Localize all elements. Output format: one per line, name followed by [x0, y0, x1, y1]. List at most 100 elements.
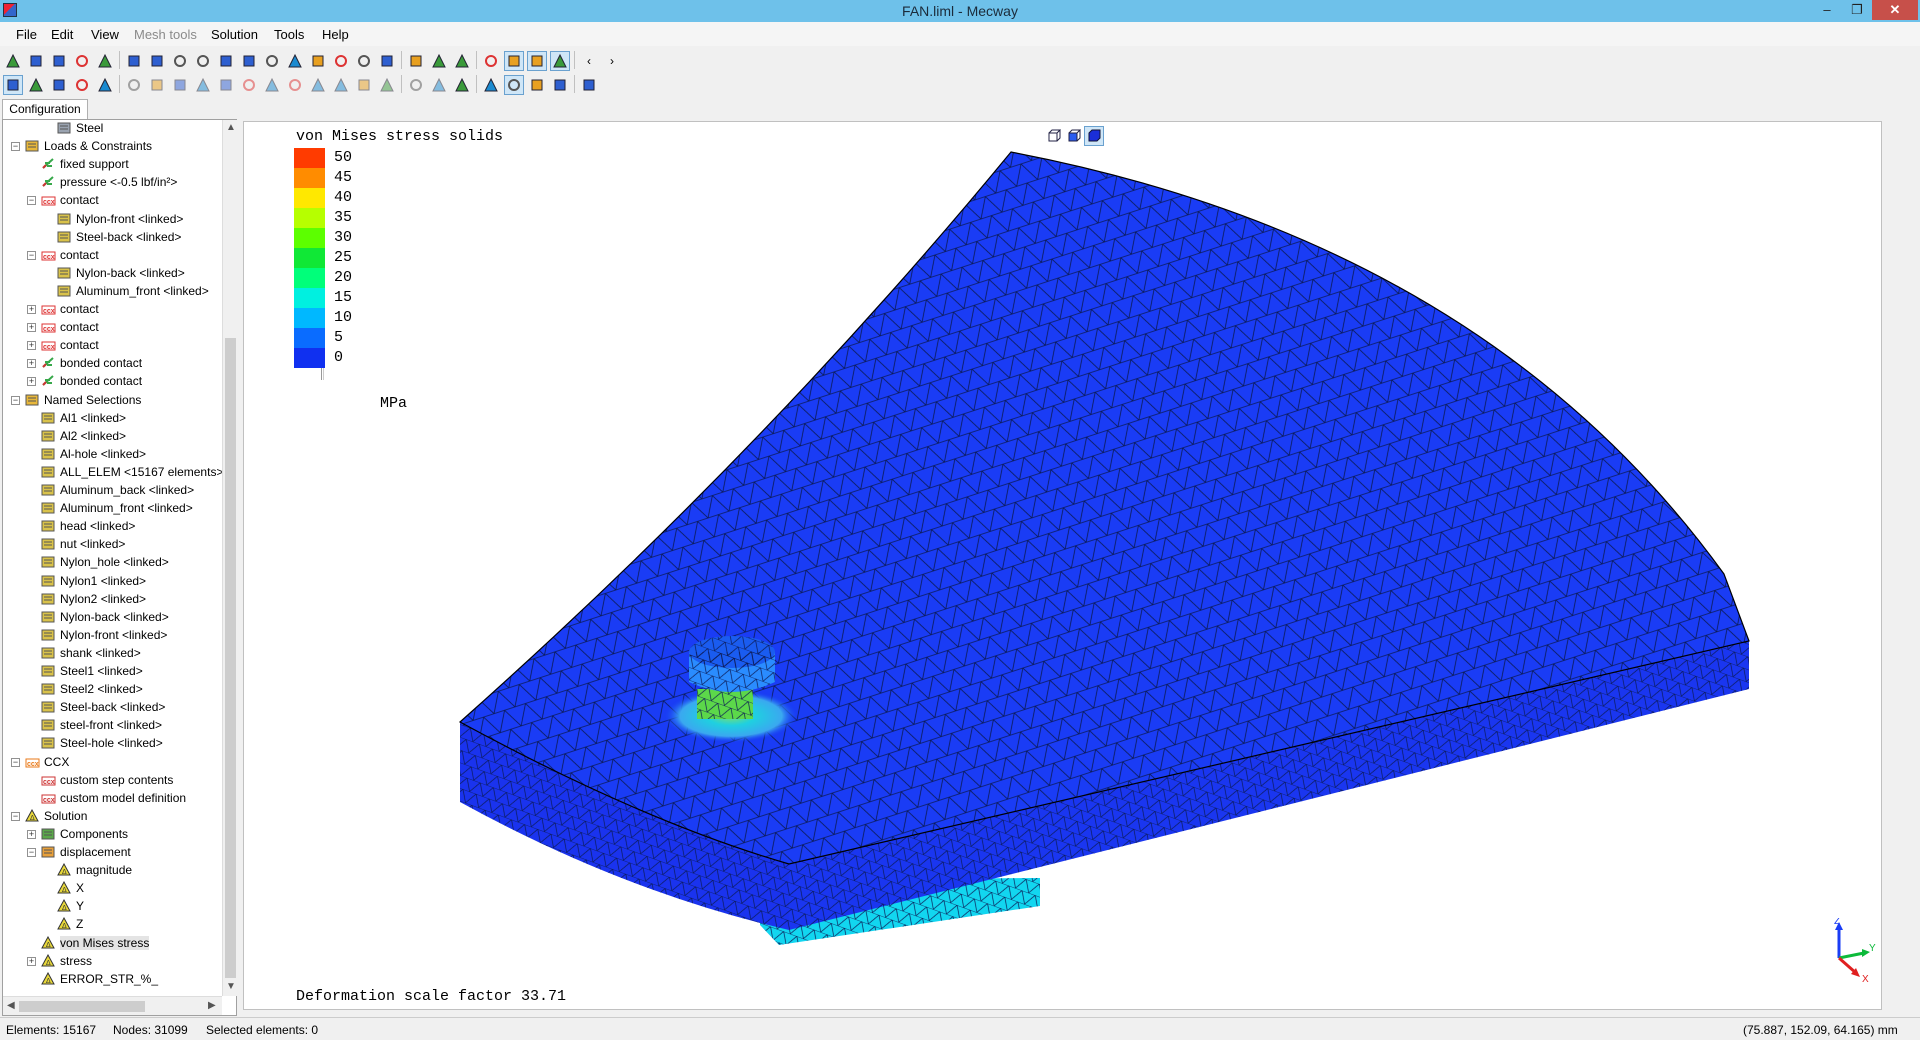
clipboard-icon[interactable] [429, 51, 449, 71]
refine-icon[interactable] [377, 75, 397, 95]
tree-node[interactable]: Al1 <linked> [41, 409, 126, 427]
tree-node[interactable]: ccx custom step contents [41, 771, 173, 789]
menu-view[interactable]: View [91, 27, 119, 42]
scroll-down-icon[interactable]: ▼ [226, 981, 236, 992]
rotate-icon[interactable] [354, 51, 374, 71]
explode-icon[interactable] [193, 75, 213, 95]
tree-node[interactable]: ccx contact [41, 318, 99, 336]
tree-node[interactable]: Steel [57, 120, 103, 137]
nodes-icon[interactable] [95, 75, 115, 95]
tree-node[interactable]: Steel1 <linked> [41, 662, 143, 680]
expand-toggle[interactable]: + [27, 956, 36, 966]
surface-view-icon[interactable] [1064, 126, 1084, 146]
tree-node[interactable]: Al-hole <linked> [41, 445, 146, 463]
collapse-toggle[interactable]: − [11, 811, 20, 821]
collapse-toggle[interactable]: − [27, 250, 36, 260]
copy-mesh-icon[interactable] [285, 75, 305, 95]
tree-node[interactable]: Steel2 <linked> [41, 680, 143, 698]
tree-node[interactable]: Nylon-back <linked> [41, 608, 169, 626]
expand-toggle[interactable]: + [27, 359, 36, 369]
pan-icon[interactable] [377, 51, 397, 71]
link-icon[interactable] [49, 75, 69, 95]
expand-toggle[interactable]: + [27, 305, 36, 314]
scroll-right-icon[interactable]: ▶ [208, 1000, 216, 1011]
tree-node[interactable]: Steel-back <linked> [57, 228, 181, 246]
tree-node[interactable]: Nylon_hole <linked> [41, 553, 169, 571]
tree-node[interactable]: ccx contact [41, 336, 99, 354]
tree-node[interactable]: Named Selections [25, 391, 141, 409]
contour-icon[interactable] [481, 75, 501, 95]
delete-icon[interactable] [170, 75, 190, 95]
tree-node[interactable]: Δmagnitude [57, 861, 132, 879]
mirror-icon[interactable] [262, 75, 282, 95]
view-left-icon[interactable] [216, 51, 236, 71]
tree-node[interactable]: Nylon-front <linked> [41, 626, 167, 644]
tree-node[interactable]: fixed support [41, 155, 129, 173]
tree-node[interactable]: Aluminum_front <linked> [57, 282, 209, 300]
solid-view-icon[interactable] [1084, 126, 1104, 146]
minimize-button[interactable]: – [1812, 0, 1842, 20]
merge-icon[interactable] [239, 75, 259, 95]
collapse-toggle[interactable]: − [11, 142, 20, 152]
sweep-icon[interactable] [331, 75, 351, 95]
triangle-icon[interactable] [452, 75, 472, 95]
tab-configuration[interactable]: Configuration [2, 99, 88, 119]
open-folder-icon[interactable] [26, 51, 46, 71]
tree-node[interactable]: Nylon-back <linked> [57, 264, 185, 282]
fea-model-render[interactable] [244, 122, 1882, 1010]
revolve-icon[interactable] [354, 75, 374, 95]
collapse-toggle[interactable]: − [11, 395, 20, 405]
menu-mesh-tools[interactable]: Mesh tools [134, 27, 197, 42]
tree-node[interactable]: Al2 <linked> [41, 427, 126, 445]
cylinder-icon[interactable] [308, 75, 328, 95]
tree-node[interactable]: Δstress [41, 952, 92, 970]
tree-node[interactable]: head <linked> [41, 517, 135, 535]
mesh-icon[interactable] [550, 51, 570, 71]
menu-solution[interactable]: Solution [211, 27, 258, 42]
element-icon[interactable] [124, 75, 144, 95]
tree-node[interactable]: ΔY [57, 897, 84, 915]
view-front-icon[interactable] [170, 51, 190, 71]
triangle-outline-icon[interactable] [429, 75, 449, 95]
close-button[interactable]: ✕ [1872, 0, 1918, 20]
copy-image-icon[interactable] [452, 51, 472, 71]
expand-toggle[interactable]: + [27, 323, 36, 333]
split-icon[interactable] [216, 75, 236, 95]
zoom-fit-icon[interactable] [308, 51, 328, 71]
tree-node[interactable]: Aluminum_back <linked> [41, 481, 194, 499]
collapse-toggle[interactable]: − [27, 196, 36, 206]
horizontal-scroll-thumb[interactable] [19, 1001, 145, 1012]
face-select-icon[interactable] [72, 75, 92, 95]
tree-node[interactable]: Loads & Constraints [25, 137, 152, 155]
hide-icon[interactable] [147, 75, 167, 95]
tree-node[interactable]: ΔX [57, 879, 84, 897]
undo-icon[interactable] [72, 51, 92, 71]
tree-node[interactable]: steel-front <linked> [41, 716, 162, 734]
tree-node[interactable]: ALL_ELEM <15167 elements> [41, 463, 222, 481]
vertical-scroll-thumb[interactable] [225, 338, 236, 978]
tree-node[interactable]: ccx contact [41, 191, 99, 209]
scroll-left-icon[interactable]: ‹ [579, 51, 599, 71]
tree-node[interactable]: Δ Solution [25, 807, 87, 825]
view-right-icon[interactable] [239, 51, 259, 71]
tree-node[interactable]: bonded contact [41, 354, 142, 372]
tree-node[interactable]: Δvon Mises stress [41, 934, 150, 952]
tree-node[interactable]: shank <linked> [41, 644, 141, 662]
redo-icon[interactable] [95, 51, 115, 71]
tree-node[interactable]: Components [41, 825, 128, 843]
scroll-right-icon[interactable]: › [602, 51, 622, 71]
collapse-toggle[interactable]: − [27, 848, 36, 857]
tree-vertical-scrollbar[interactable]: ▲ ▼ [222, 120, 237, 996]
table-icon[interactable] [579, 75, 599, 95]
wireframe-view-icon[interactable] [1044, 126, 1064, 146]
tree-node[interactable]: ccx CCX [25, 753, 69, 771]
select-icon[interactable] [3, 75, 23, 95]
menu-help[interactable]: Help [322, 27, 349, 42]
tree-node[interactable]: ccx contact [41, 246, 99, 264]
colormap-icon[interactable] [550, 75, 570, 95]
tree-node[interactable]: pressure <-0.5 lbf/in²> [41, 173, 177, 191]
view-iso-icon[interactable] [147, 51, 167, 71]
tree-node[interactable]: Nylon1 <linked> [41, 572, 146, 590]
save-icon[interactable] [49, 51, 69, 71]
shaded-icon[interactable] [504, 51, 524, 71]
